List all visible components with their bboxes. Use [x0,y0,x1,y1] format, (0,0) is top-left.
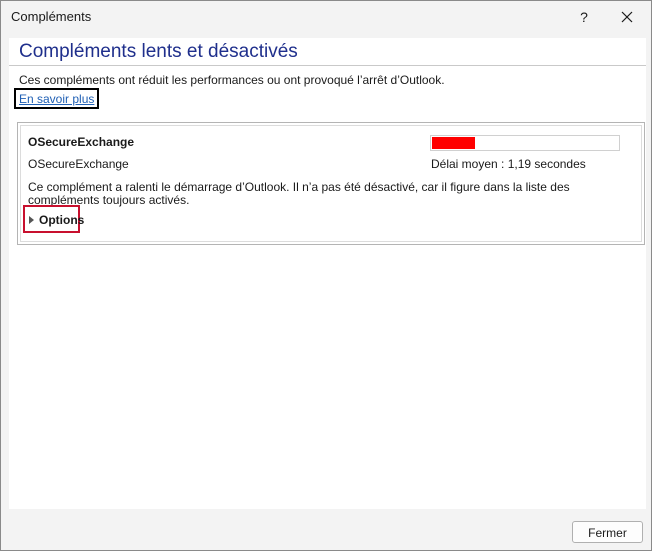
performance-impact-fill [432,137,475,149]
addin-card-inner: OSecureExchange OSecureExchange Délai mo… [20,125,642,242]
page-title: Compléments lents et désactivés [19,41,298,62]
addin-card: OSecureExchange OSecureExchange Délai mo… [17,122,645,245]
close-button[interactable]: Fermer [572,521,643,543]
content-panel: Compléments lents et désactivés Ces comp… [9,38,646,509]
help-button[interactable]: ? [567,4,601,30]
options-expander[interactable]: Options [23,205,84,233]
title-bar: Compléments ? [1,1,651,34]
performance-impact-bar [430,135,620,151]
addin-description: Ce complément a ralenti le démarrage d’O… [28,180,570,207]
average-delay-text: Délai moyen : 1,19 secondes [431,157,586,171]
learn-more-link[interactable]: En savoir plus [14,88,100,109]
addin-publisher: OSecureExchange [28,157,129,171]
intro-text: Ces compléments ont réduit les performan… [19,73,445,87]
close-window-button[interactable] [610,4,644,30]
close-icon [621,11,633,23]
addin-name: OSecureExchange [28,135,135,149]
add-ins-dialog: Compléments ? Compléments lents et désac… [0,0,652,551]
options-label: Options [39,213,85,227]
heading-divider [9,65,646,66]
window-title: Compléments [11,9,92,24]
expand-arrow-icon [29,216,34,224]
